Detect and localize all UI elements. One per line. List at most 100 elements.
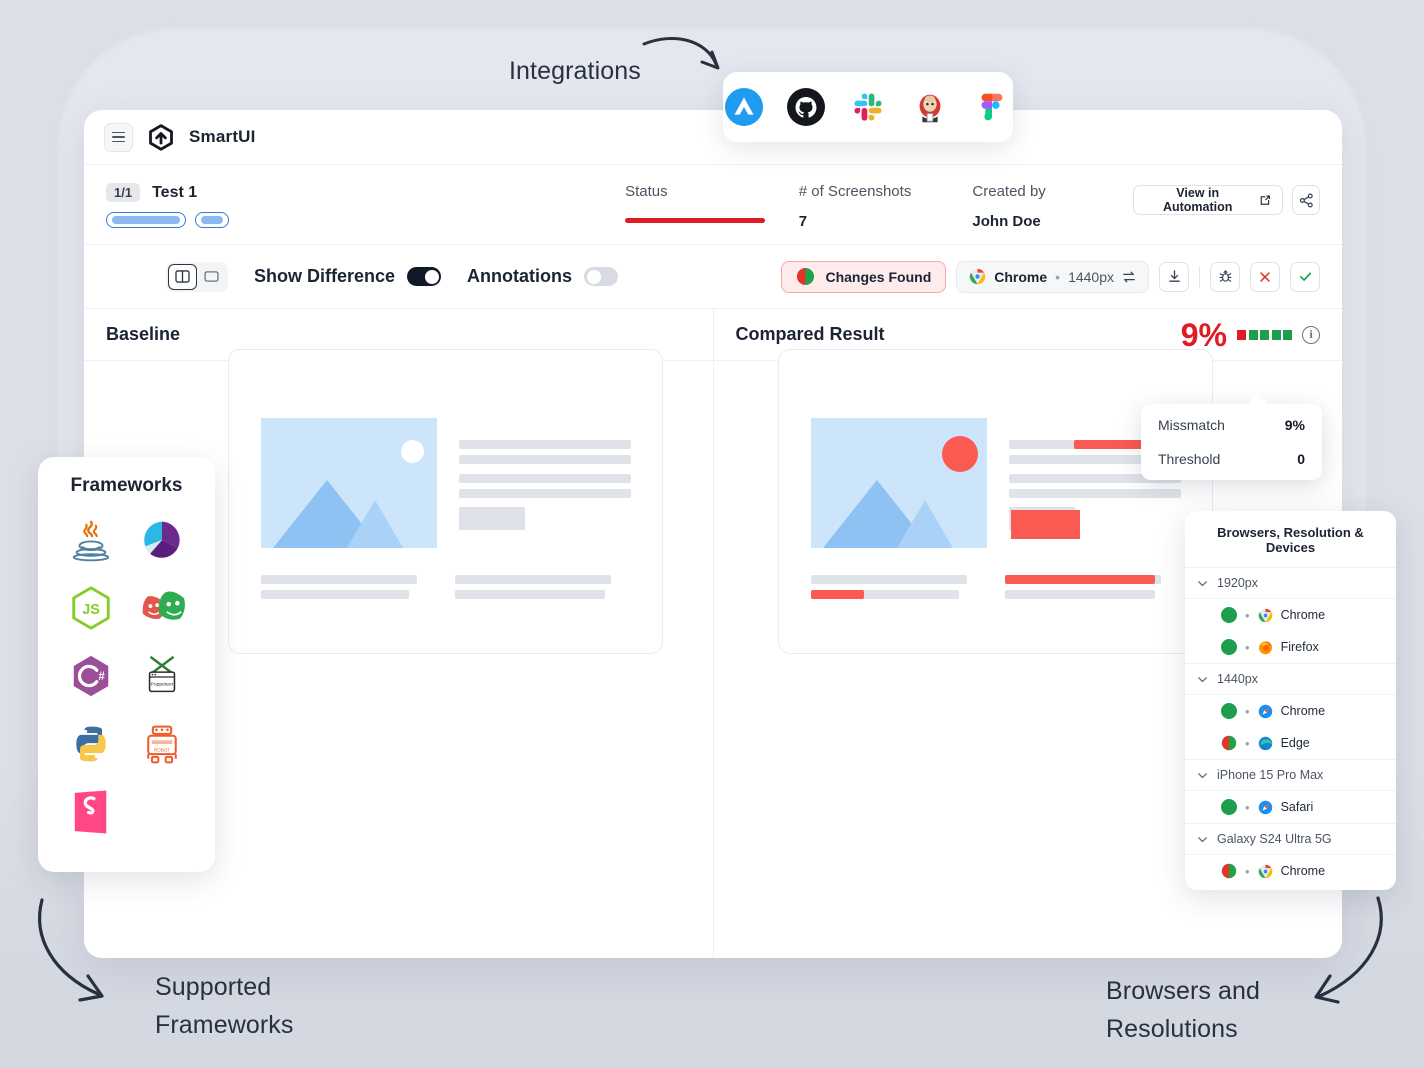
browser-row[interactable]: • Chrome [1185, 695, 1396, 727]
smartui-logo-icon [149, 124, 173, 151]
github-icon[interactable] [787, 88, 825, 126]
chevron-down-icon [1198, 772, 1207, 778]
created-by-label: Created by [972, 183, 1046, 200]
text-line [459, 455, 631, 464]
split-view-icon[interactable] [168, 263, 197, 290]
approve-button[interactable] [1290, 261, 1320, 292]
browser-name: Firefox [1280, 640, 1319, 654]
page-title: Test 1 [152, 183, 198, 201]
separator-dot: • [1055, 268, 1061, 285]
view-in-automation-label: View in Automation [1162, 186, 1233, 214]
csharp-icon[interactable]: # [62, 647, 120, 705]
resolution-group-header[interactable]: 1920px [1185, 568, 1396, 599]
python-icon[interactable] [62, 715, 120, 773]
single-view-icon[interactable] [197, 264, 226, 290]
browser-row[interactable]: • Chrome [1185, 599, 1396, 631]
browser-row[interactable]: • Safari [1185, 791, 1396, 823]
java-icon[interactable] [62, 511, 120, 569]
annotation-line-1: Supported [155, 973, 272, 1001]
show-difference-toggle[interactable] [407, 267, 442, 286]
compared-screenshot[interactable] [777, 349, 1213, 654]
device-group: iPhone 15 Pro Max • Safari [1185, 760, 1396, 823]
edge-icon [1258, 736, 1272, 750]
compared-title: Compared Result [735, 324, 885, 344]
baseline-title: Baseline [106, 324, 181, 344]
slack-icon[interactable] [849, 88, 887, 126]
device-group-header[interactable]: iPhone 15 Pro Max [1185, 760, 1396, 791]
screenshots-label: # of Screenshots [798, 183, 912, 200]
cypress-icon[interactable] [133, 511, 191, 569]
status-diff-icon [1221, 863, 1237, 879]
arrow-to-integrations-icon [642, 36, 720, 70]
mismatch-bars [1237, 329, 1292, 340]
status-diff-icon [1221, 735, 1237, 751]
device-group-label: Galaxy S24 Ultra 5G [1217, 832, 1332, 846]
puppeteer-icon[interactable]: Puppeteer [133, 647, 191, 705]
show-difference-label: Show Difference [254, 266, 396, 286]
share-button[interactable] [1292, 185, 1320, 215]
browser-row[interactable]: • Firefox [1185, 631, 1396, 663]
external-link-icon [1261, 194, 1271, 205]
bug-button[interactable] [1210, 261, 1240, 292]
browser-row[interactable]: • Edge [1185, 727, 1396, 759]
view-in-automation-button[interactable]: View in Automation [1133, 185, 1284, 215]
text-line [459, 440, 631, 449]
svg-text:ROBOT: ROBOT [154, 747, 170, 752]
integrations-bar [723, 72, 1013, 142]
screenshots-column: # of Screenshots 7 [799, 183, 973, 230]
playwright-icon[interactable] [133, 579, 191, 637]
resolution-group-header[interactable]: 1440px [1185, 664, 1396, 695]
chevron-down-icon [1198, 836, 1207, 842]
chrome-icon [1258, 864, 1272, 878]
check-icon [1299, 272, 1311, 281]
threshold-label: Threshold [1158, 451, 1221, 467]
baseline-screenshot[interactable] [228, 349, 663, 654]
robot-framework-icon[interactable]: ROBOT [133, 715, 191, 773]
hamburger-icon[interactable] [104, 122, 133, 152]
annotations-toggle[interactable] [584, 267, 619, 286]
download-icon [1168, 270, 1180, 282]
device-group-header[interactable]: Galaxy S24 Ultra 5G [1185, 824, 1396, 855]
annotation-line-2: Frameworks [155, 1011, 294, 1039]
tooltip-row: Missmatch 9% [1141, 408, 1322, 442]
button-placeholder [459, 507, 525, 530]
mountain-shape [896, 500, 953, 548]
device-group-label: iPhone 15 Pro Max [1217, 768, 1324, 782]
download-button[interactable] [1159, 261, 1189, 292]
jenkins-icon[interactable] [911, 88, 949, 126]
status-badge [625, 218, 766, 223]
hero-image-placeholder [261, 418, 437, 548]
safari-icon [1258, 800, 1272, 814]
view-mode-toggle[interactable] [166, 261, 228, 292]
storybook-icon[interactable] [62, 783, 120, 841]
changes-found-label: Changes Found [825, 268, 932, 285]
screenshots-value: 7 [798, 213, 808, 230]
status-pass-icon [1221, 799, 1237, 815]
info-icon[interactable]: i [1302, 325, 1320, 344]
chevron-down-icon [1198, 580, 1207, 586]
close-x-icon [1260, 271, 1270, 282]
brand-name: SmartUI [189, 127, 256, 146]
swap-arrows-icon[interactable] [1122, 270, 1136, 284]
test-tag-skeletons [106, 212, 625, 228]
svg-text:JS: JS [82, 602, 100, 618]
status-badge[interactable]: Changes Found [781, 260, 947, 293]
text-line [455, 575, 611, 584]
annotation-line-2: Resolutions [1106, 1015, 1238, 1043]
diff-box [1010, 510, 1080, 539]
figma-icon[interactable] [973, 88, 1011, 126]
separator-dot: • [1245, 863, 1250, 879]
separator-dot: • [1245, 735, 1250, 751]
resolution-group-label: 1440px [1217, 672, 1259, 686]
mismatch-indicator: 9% i [1181, 319, 1320, 351]
app-window: SmartUI 1/1 Test 1 Status # of Screensho… [84, 110, 1342, 958]
azure-devops-icon[interactable] [725, 88, 763, 126]
reject-button[interactable] [1250, 261, 1280, 292]
nodejs-icon[interactable]: JS [62, 579, 120, 637]
device-group: Galaxy S24 Ultra 5G • Chrome [1185, 824, 1396, 887]
firefox-icon [1258, 640, 1272, 654]
browser-resolution-selector[interactable]: Chrome • 1440px [956, 260, 1149, 293]
safari-icon [1258, 704, 1272, 718]
browser-row[interactable]: • Chrome [1185, 855, 1396, 887]
mismatch-percent: 9% [1180, 316, 1227, 353]
